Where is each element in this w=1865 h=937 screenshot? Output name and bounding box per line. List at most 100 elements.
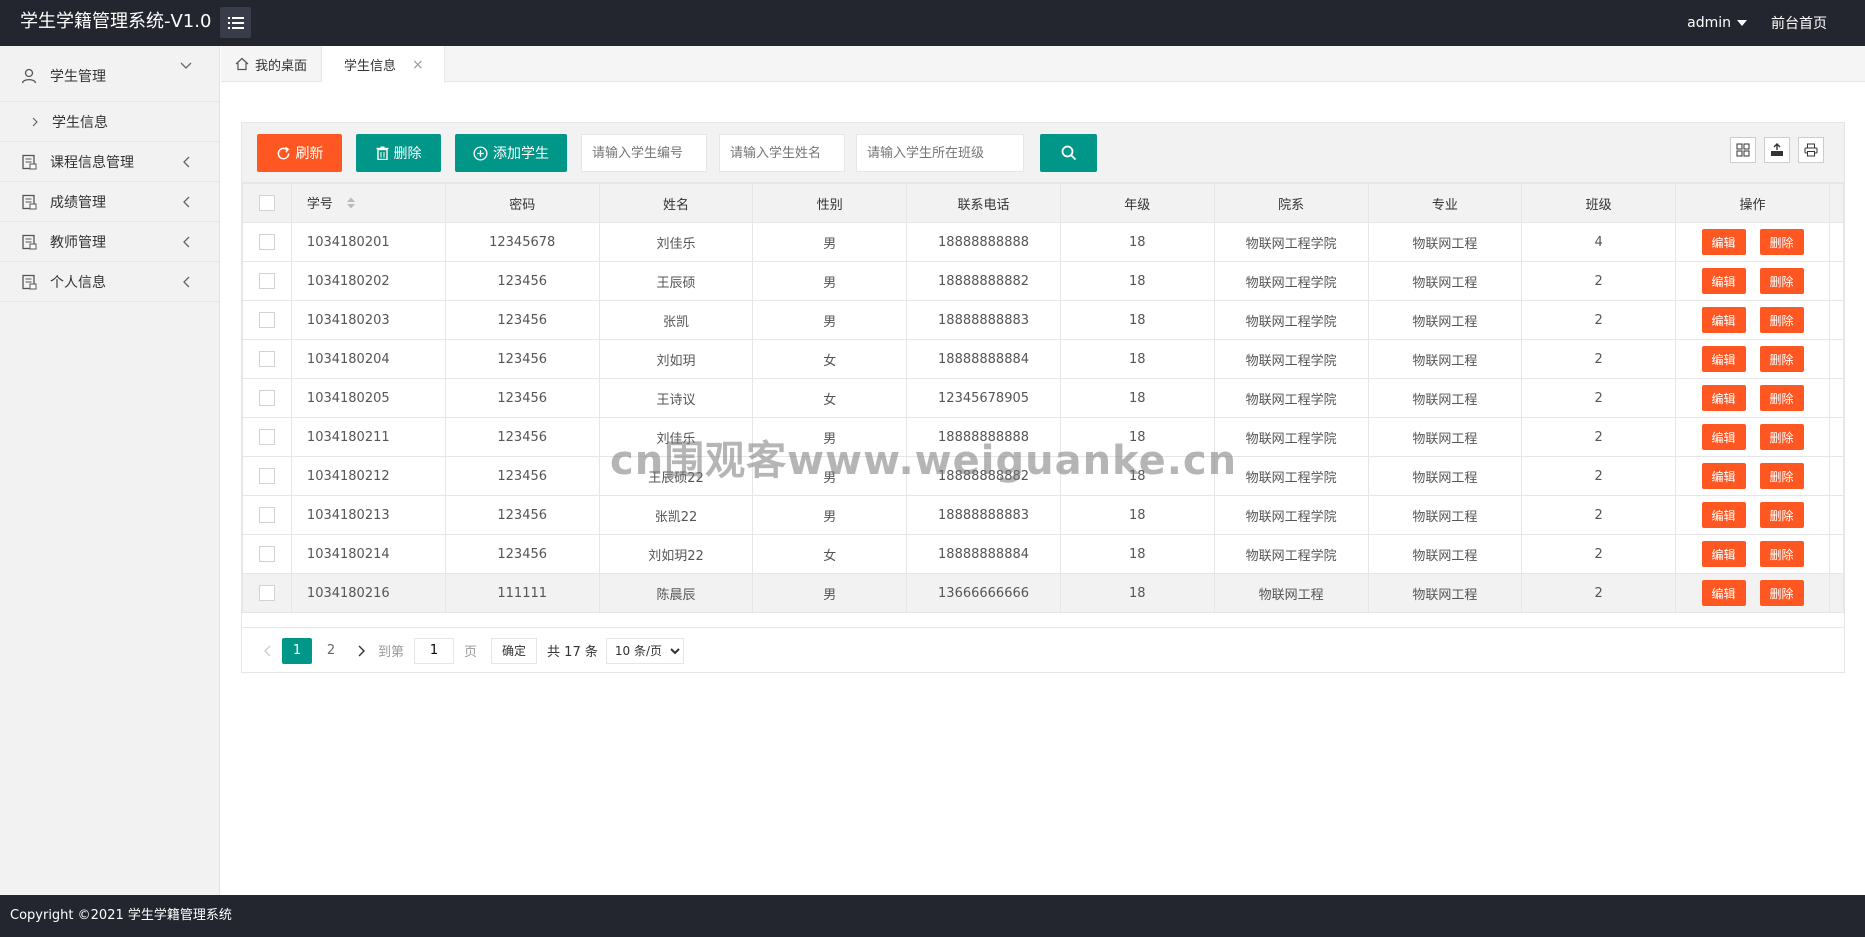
row-checkbox[interactable] bbox=[258, 234, 275, 250]
chevron-right-icon bbox=[32, 117, 38, 127]
column-header-id[interactable]: 学号 bbox=[290, 183, 446, 223]
chevron-right-icon bbox=[358, 645, 365, 656]
batch-delete-button[interactable]: 删除 bbox=[356, 134, 441, 172]
edit-button[interactable]: 编辑 bbox=[1701, 229, 1746, 255]
course-icon bbox=[20, 153, 38, 171]
sidebar-item-teacher[interactable]: 教师管理 bbox=[0, 222, 219, 262]
search-id-input[interactable] bbox=[581, 134, 707, 172]
table-cell: 18888888882 bbox=[906, 456, 1061, 496]
table-row[interactable]: 1034180211 123456 刘佳乐男 18888888888 18 物联网工程学院… bbox=[242, 417, 1845, 457]
table-cell: 18 bbox=[1059, 261, 1215, 301]
prev-page-button[interactable] bbox=[254, 638, 280, 664]
table-row[interactable]: 1034180212 123456 王辰硕22 男 18888888882 18 物联网工程… bbox=[242, 456, 1845, 496]
row-checkbox[interactable] bbox=[258, 351, 275, 367]
select-all-checkbox[interactable] bbox=[258, 195, 275, 211]
sidebar-item-course[interactable]: 课程信息管理 bbox=[0, 142, 219, 182]
column-filter-button[interactable] bbox=[1730, 137, 1756, 163]
page-button[interactable]: 1 bbox=[282, 637, 312, 664]
user-name: admin bbox=[1687, 15, 1731, 31]
refresh-button[interactable]: 刷新 bbox=[257, 134, 342, 172]
delete-button[interactable]: 删除 bbox=[1759, 229, 1804, 255]
edit-button[interactable]: 编辑 bbox=[1701, 580, 1746, 606]
table-cell: 女 bbox=[752, 534, 908, 574]
sidebar-subitem-student-info[interactable]: 学生信息 bbox=[0, 102, 219, 142]
table-cell: 1034180203 bbox=[290, 300, 446, 340]
table-cell: 男 bbox=[752, 222, 908, 262]
delete-button[interactable]: 删除 bbox=[1759, 502, 1804, 528]
table-cell: 男 bbox=[752, 495, 908, 535]
delete-button[interactable]: 删除 bbox=[1759, 424, 1804, 450]
column-header: 专业 bbox=[1367, 183, 1523, 223]
row-checkbox[interactable] bbox=[258, 429, 275, 445]
sidebar-item-student[interactable]: 学生管理 bbox=[0, 46, 219, 102]
table-cell: 18888888888 bbox=[906, 417, 1061, 457]
tab-student-info[interactable]: 学生信息 × bbox=[322, 46, 445, 83]
row-checkbox[interactable] bbox=[258, 390, 275, 406]
edit-button[interactable]: 编辑 bbox=[1701, 268, 1746, 294]
delete-button[interactable]: 删除 bbox=[1759, 307, 1804, 333]
app-logo: 学生学籍管理系统-V1.0 bbox=[20, 11, 212, 32]
search-class-input[interactable] bbox=[856, 134, 1024, 172]
actions-cell: 编辑 删除 bbox=[1675, 417, 1830, 457]
page-size-select[interactable]: 10 条/页 bbox=[605, 637, 684, 664]
edit-button[interactable]: 编辑 bbox=[1701, 346, 1746, 372]
column-header: 院系 bbox=[1213, 183, 1369, 223]
row-checkbox[interactable] bbox=[258, 507, 275, 523]
table-cell: 18 bbox=[1059, 339, 1215, 379]
next-page-button[interactable] bbox=[348, 638, 374, 664]
edit-button[interactable]: 编辑 bbox=[1701, 307, 1746, 333]
goto-label: 到第 bbox=[378, 645, 405, 660]
sidebar-item-grade[interactable]: 成绩管理 bbox=[0, 182, 219, 222]
goto-page-input[interactable] bbox=[414, 637, 455, 664]
sidebar-item-label: 成绩管理 bbox=[50, 194, 106, 211]
chevron-left-icon bbox=[263, 645, 270, 656]
table-cell: 1034180211 bbox=[290, 417, 446, 457]
user-menu[interactable]: admin bbox=[1687, 15, 1747, 31]
table-row[interactable]: 1034180203 123456 张凯男 18888888883 18 物联网工程学院物… bbox=[242, 300, 1845, 340]
table-cell: 18888888883 bbox=[906, 495, 1061, 535]
actions-cell: 编辑 删除 bbox=[1675, 300, 1830, 340]
edit-button[interactable]: 编辑 bbox=[1701, 502, 1746, 528]
home-link[interactable]: 前台首页 bbox=[1771, 13, 1827, 33]
delete-button[interactable]: 删除 bbox=[1759, 541, 1804, 567]
add-student-button[interactable]: 添加学生 bbox=[455, 134, 567, 172]
row-checkbox[interactable] bbox=[258, 546, 275, 562]
sidebar-item-profile[interactable]: 个人信息 bbox=[0, 262, 219, 302]
search-button[interactable] bbox=[1040, 134, 1097, 172]
row-checkbox[interactable] bbox=[258, 273, 275, 289]
delete-button[interactable]: 删除 bbox=[1759, 268, 1804, 294]
edit-button[interactable]: 编辑 bbox=[1701, 385, 1746, 411]
export-button[interactable] bbox=[1764, 137, 1790, 163]
row-checkbox[interactable] bbox=[258, 468, 275, 484]
actions-cell: 编辑 删除 bbox=[1675, 534, 1830, 574]
table-cell: 男 bbox=[752, 261, 908, 301]
goto-confirm-button[interactable]: 确定 bbox=[491, 637, 538, 664]
row-checkbox[interactable] bbox=[258, 585, 275, 601]
table-row[interactable]: 1034180213 123456 张凯22 男 18888888883 18 物联网工程学… bbox=[242, 495, 1845, 535]
delete-button[interactable]: 删除 bbox=[1759, 580, 1804, 606]
delete-button[interactable]: 删除 bbox=[1759, 385, 1804, 411]
edit-button[interactable]: 编辑 bbox=[1701, 463, 1746, 489]
table-row[interactable]: 1034180204 123456 刘如玥女 18888888884 18 物联网工程学院… bbox=[242, 339, 1845, 379]
menu-toggle-button[interactable] bbox=[220, 7, 251, 38]
search-name-input[interactable] bbox=[719, 134, 845, 172]
sidebar-item-label: 课程信息管理 bbox=[50, 154, 134, 171]
sort-icon[interactable] bbox=[347, 197, 356, 213]
table-row[interactable]: 1034180202 123456 王辰硕男 18888888882 18 物联网工程学院… bbox=[242, 261, 1845, 301]
row-checkbox[interactable] bbox=[258, 312, 275, 328]
table-cell: 1034180214 bbox=[290, 534, 446, 574]
close-icon[interactable]: × bbox=[412, 57, 424, 73]
edit-button[interactable]: 编辑 bbox=[1701, 424, 1746, 450]
table-cell: 物联网工程学院 bbox=[1213, 339, 1369, 379]
page-button[interactable]: 2 bbox=[316, 638, 346, 664]
delete-button[interactable]: 删除 bbox=[1759, 346, 1804, 372]
table-row[interactable]: 1034180205 123456 王诗议女 12345678905 18 物联网工程学院… bbox=[242, 378, 1845, 418]
print-button[interactable] bbox=[1798, 137, 1824, 163]
tab-desktop[interactable]: 我的桌面 bbox=[221, 46, 323, 82]
table-row[interactable]: 1034180214 123456 刘如玥22 女 18888888884 18 物联网工程… bbox=[242, 534, 1845, 574]
edit-button[interactable]: 编辑 bbox=[1701, 541, 1746, 567]
table-row[interactable]: 1034180201 12345678 刘佳乐男 18888888888 18 物联网工程… bbox=[242, 222, 1845, 262]
table-row[interactable]: 1034180216 111111 陈晨辰男 13666666666 18 物联网工程 物联… bbox=[242, 573, 1845, 613]
delete-button[interactable]: 删除 bbox=[1759, 463, 1804, 489]
table-cell: 18 bbox=[1059, 534, 1215, 574]
